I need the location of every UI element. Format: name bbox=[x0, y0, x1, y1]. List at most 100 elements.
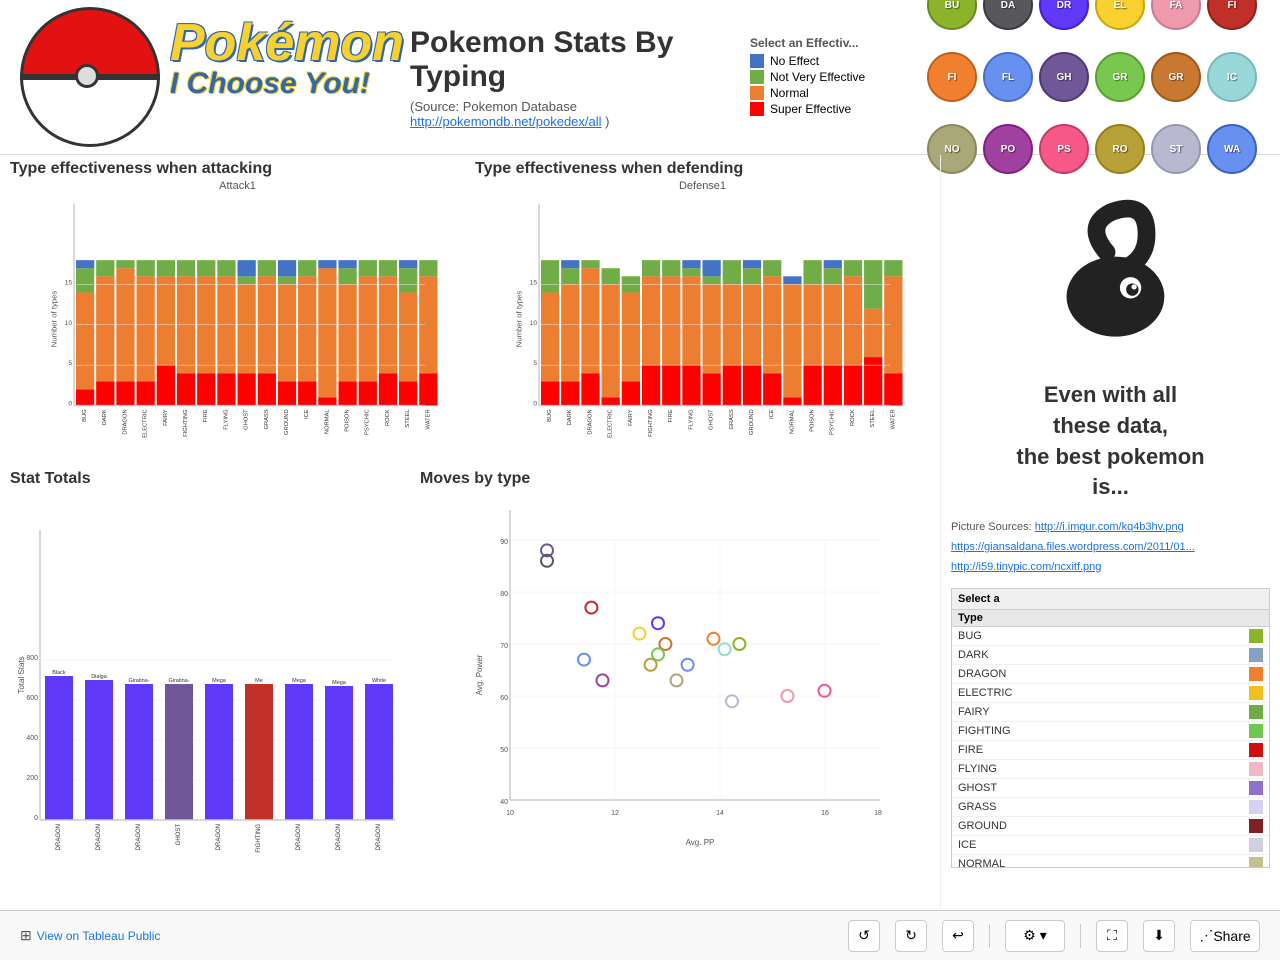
bar-notvery-poison[interactable] bbox=[803, 260, 821, 284]
bar-normal-dark[interactable] bbox=[561, 284, 579, 381]
bar-normal-fire[interactable] bbox=[662, 276, 680, 365]
bar-notvery-grass[interactable] bbox=[723, 260, 741, 284]
bar-notvery-psychic[interactable] bbox=[359, 260, 377, 276]
bar-notvery-flying[interactable] bbox=[217, 260, 235, 276]
refresh-button[interactable]: ↩ bbox=[942, 920, 974, 952]
stat-bar-5[interactable] bbox=[245, 684, 273, 820]
moves-dot-psychic[interactable] bbox=[819, 685, 831, 697]
bar-normal-steel[interactable] bbox=[864, 309, 882, 357]
bar-super-psychic[interactable] bbox=[359, 381, 377, 405]
bar-super-electric[interactable] bbox=[137, 381, 155, 405]
bar-normal-flying[interactable] bbox=[682, 276, 700, 365]
bar-normal-fairy[interactable] bbox=[157, 276, 175, 365]
type-icon-fighting[interactable]: FI bbox=[1207, 0, 1257, 30]
bar-super-dark[interactable] bbox=[561, 381, 579, 405]
type-icon-bug[interactable]: BU bbox=[927, 0, 977, 30]
bar-super-water[interactable] bbox=[884, 373, 902, 405]
bar-normal-ice[interactable] bbox=[298, 276, 316, 381]
bar-noeffect-ghost[interactable] bbox=[703, 260, 721, 276]
bar-noeffect-normal[interactable] bbox=[318, 260, 336, 268]
bar-notvery-flying[interactable] bbox=[682, 268, 700, 276]
bar-notvery-water[interactable] bbox=[884, 260, 902, 276]
bar-notvery-ice[interactable] bbox=[763, 260, 781, 276]
bar-super-ice[interactable] bbox=[298, 381, 316, 405]
bar-normal-rock[interactable] bbox=[844, 276, 862, 365]
bar-notvery-bug[interactable] bbox=[541, 260, 559, 292]
legend-item-no-effect[interactable]: No Effect bbox=[750, 54, 920, 68]
bar-super-flying[interactable] bbox=[682, 365, 700, 405]
bar-super-fire[interactable] bbox=[662, 365, 680, 405]
bar-notvery-fire[interactable] bbox=[197, 260, 215, 276]
bar-normal-bug[interactable] bbox=[541, 292, 559, 381]
type-select-row-bug[interactable]: BUG bbox=[952, 627, 1269, 646]
bar-noeffect-ghost[interactable] bbox=[238, 260, 256, 276]
bar-notvery-poison[interactable] bbox=[338, 268, 356, 284]
bar-super-bug[interactable] bbox=[76, 389, 94, 405]
bar-notvery-dragon[interactable] bbox=[116, 260, 134, 268]
bar-normal-steel[interactable] bbox=[399, 292, 417, 381]
bar-super-steel[interactable] bbox=[864, 357, 882, 405]
share-button[interactable]: ⋰ Share bbox=[1190, 920, 1260, 952]
bar-super-rock[interactable] bbox=[844, 365, 862, 405]
bar-super-ground[interactable] bbox=[743, 365, 761, 405]
moves-dot-steel[interactable] bbox=[726, 695, 738, 707]
type-select-row-electric[interactable]: ELECTRIC bbox=[952, 684, 1269, 703]
view-on-tableau-label[interactable]: View on Tableau Public bbox=[37, 929, 161, 943]
bar-notvery-fighting[interactable] bbox=[177, 260, 195, 276]
bar-noeffect-normal[interactable] bbox=[783, 276, 801, 284]
type-icon-ice[interactable]: IC bbox=[1207, 52, 1257, 102]
bar-notvery-fighting[interactable] bbox=[642, 260, 660, 276]
bar-notvery-ghost[interactable] bbox=[703, 276, 721, 284]
bar-noeffect-bug[interactable] bbox=[76, 260, 94, 268]
bar-notvery-ice[interactable] bbox=[298, 260, 316, 276]
bar-noeffect-ground[interactable] bbox=[278, 260, 296, 276]
bar-super-dragon[interactable] bbox=[116, 381, 134, 405]
stat-bar-3[interactable] bbox=[165, 684, 193, 820]
source-link-2[interactable]: https://giansaldana.files.wordpress.com/… bbox=[951, 541, 1195, 553]
type-select-row-fighting[interactable]: FIGHTING bbox=[952, 722, 1269, 741]
moves-dot-rock[interactable] bbox=[645, 659, 657, 671]
legend-item-not-very[interactable]: Not Very Effective bbox=[750, 70, 920, 84]
type-icon-grass[interactable]: GR bbox=[1095, 52, 1145, 102]
stat-bar-4[interactable] bbox=[205, 684, 233, 820]
moves-dot-flying[interactable] bbox=[682, 659, 694, 671]
stat-bar-2[interactable] bbox=[125, 684, 153, 820]
bar-super-dragon[interactable] bbox=[581, 373, 599, 405]
type-select-row-normal[interactable]: NORMAL bbox=[952, 855, 1269, 868]
bar-super-fighting[interactable] bbox=[177, 373, 195, 405]
bar-super-fairy[interactable] bbox=[622, 381, 640, 405]
bar-normal-psychic[interactable] bbox=[359, 276, 377, 381]
bar-notvery-rock[interactable] bbox=[844, 260, 862, 276]
bar-normal-normal[interactable] bbox=[318, 268, 336, 397]
bar-super-normal[interactable] bbox=[783, 397, 801, 405]
moves-dot-poison[interactable] bbox=[597, 674, 609, 686]
bar-super-fighting[interactable] bbox=[642, 365, 660, 405]
fullscreen-button[interactable]: ⛶ bbox=[1096, 920, 1128, 952]
bar-super-bug[interactable] bbox=[541, 381, 559, 405]
legend-item-normal[interactable]: Normal bbox=[750, 86, 920, 100]
bar-normal-ghost[interactable] bbox=[703, 284, 721, 373]
type-select-row-ground[interactable]: GROUND bbox=[952, 817, 1269, 836]
bar-notvery-ghost[interactable] bbox=[238, 276, 256, 284]
bar-noeffect-steel[interactable] bbox=[399, 260, 417, 268]
bar-super-fire[interactable] bbox=[197, 373, 215, 405]
bar-normal-bug[interactable] bbox=[76, 292, 94, 389]
bar-notvery-bug[interactable] bbox=[76, 268, 94, 292]
bar-notvery-water[interactable] bbox=[419, 260, 437, 276]
type-select-row-dragon[interactable]: DRAGON bbox=[952, 665, 1269, 684]
type-icon-ground[interactable]: GR bbox=[1151, 52, 1201, 102]
bar-noeffect-psychic[interactable] bbox=[824, 260, 842, 268]
bar-normal-electric[interactable] bbox=[602, 284, 620, 397]
type-selector-panel[interactable]: Select a Type BUGDARKDRAGONELECTRICFAIRY… bbox=[951, 588, 1270, 868]
stat-bar-8[interactable] bbox=[365, 684, 393, 820]
type-icon-flying[interactable]: FL bbox=[983, 52, 1033, 102]
bar-super-dark[interactable] bbox=[96, 381, 114, 405]
bar-notvery-electric[interactable] bbox=[602, 268, 620, 284]
moves-dot-normal[interactable] bbox=[671, 674, 683, 686]
bar-super-ground[interactable] bbox=[278, 381, 296, 405]
bar-super-poison[interactable] bbox=[803, 365, 821, 405]
stat-bar-6[interactable] bbox=[285, 684, 313, 820]
redo-button[interactable]: ↻ bbox=[895, 920, 927, 952]
bar-super-flying[interactable] bbox=[217, 373, 235, 405]
stat-bar-0[interactable] bbox=[45, 676, 73, 820]
